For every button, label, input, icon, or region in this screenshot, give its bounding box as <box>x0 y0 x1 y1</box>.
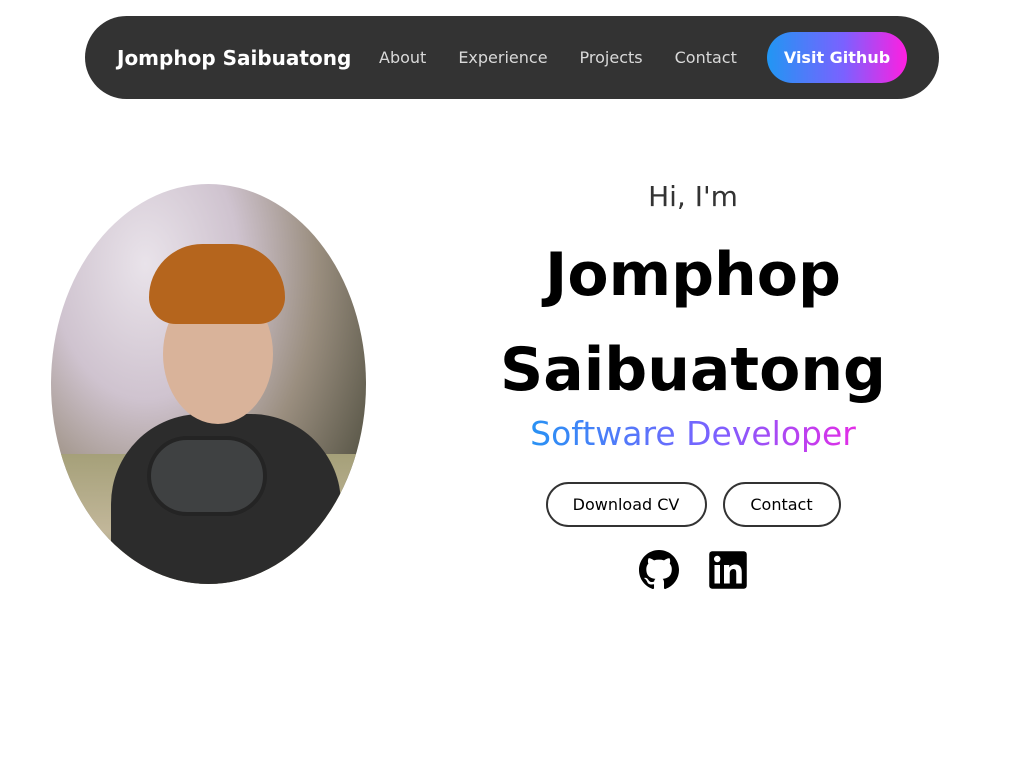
profile-photo <box>51 184 366 584</box>
hero-name-first: Jomphop <box>545 240 841 310</box>
brand-name[interactable]: Jomphop Saibuatong <box>117 16 351 99</box>
nav-link-contact[interactable]: Contact <box>675 48 737 67</box>
github-icon[interactable] <box>638 550 679 590</box>
social-links <box>470 550 916 590</box>
download-cv-button[interactable]: Download CV <box>545 482 707 527</box>
nav-link-experience[interactable]: Experience <box>458 48 547 67</box>
contact-button[interactable]: Contact <box>722 482 841 527</box>
photo-hat <box>149 244 285 324</box>
hero-buttons: Download CV Contact <box>470 482 916 527</box>
nav-link-projects[interactable]: Projects <box>580 48 643 67</box>
hero-name-last: Saibuatong <box>500 335 886 405</box>
nav-link-about[interactable]: About <box>379 48 426 67</box>
hero-role: Software Developer <box>470 414 916 454</box>
nav-links: About Experience Projects Contact <box>379 16 737 99</box>
navbar: Jomphop Saibuatong About Experience Proj… <box>85 16 939 99</box>
hero-name: Jomphop Saibuatong <box>470 228 916 418</box>
linkedin-icon[interactable] <box>708 550 748 590</box>
photo-headphones <box>147 436 267 516</box>
hero-greeting: Hi, I'm <box>648 180 738 213</box>
visit-github-button[interactable]: Visit Github <box>767 32 907 83</box>
